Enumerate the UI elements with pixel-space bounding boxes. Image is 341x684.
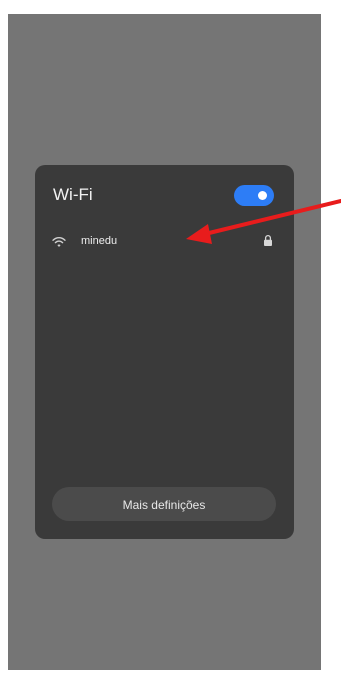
wifi-panel: Wi-Fi minedu Mais definições (35, 165, 294, 539)
more-settings-button[interactable]: Mais definições (52, 487, 276, 521)
wifi-signal-icon (52, 236, 66, 247)
toggle-knob (258, 191, 267, 200)
lock-icon (264, 234, 272, 246)
phone-screen: Wi-Fi minedu Mais definições (8, 14, 321, 670)
network-item-minedu[interactable]: minedu (35, 229, 294, 257)
network-name: minedu (81, 235, 118, 247)
wifi-panel-title: Wi-Fi (53, 185, 93, 204)
wifi-toggle[interactable] (234, 185, 274, 206)
